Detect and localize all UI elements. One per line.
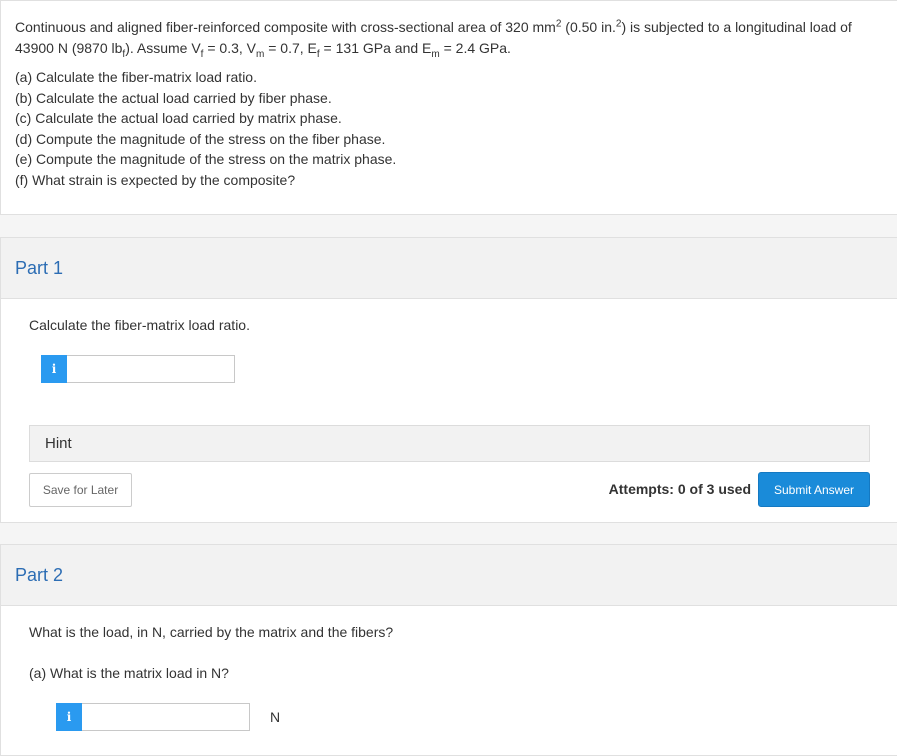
intro-sub-em: m bbox=[431, 48, 440, 60]
part-2-matrix-load-input[interactable] bbox=[82, 703, 250, 731]
question-item: (d) Compute the magnitude of the stress … bbox=[15, 130, 386, 147]
part-2-sub-prompt: (a) What is the matrix load in N? bbox=[29, 665, 229, 681]
question-item: (e) Compute the magnitude of the stress … bbox=[15, 151, 397, 167]
intro-text-2: (0.50 in. bbox=[561, 19, 616, 35]
question-item-list: (a) Calculate the fiber-matrix load rati… bbox=[15, 67, 396, 190]
question-item: (a) Calculate the fiber-matrix load rati… bbox=[15, 69, 257, 85]
question-item: (f) What strain is expected by the compo… bbox=[15, 171, 296, 188]
question-card: Continuous and aligned fiber-reinforced … bbox=[0, 0, 897, 215]
question-item: (c) Calculate the actual load carried by… bbox=[15, 110, 342, 126]
part-1-answer-row: i bbox=[41, 355, 235, 383]
intro-text-4: ). Assume V bbox=[125, 40, 201, 56]
intro-text-1: Continuous and aligned fiber-reinforced … bbox=[15, 19, 556, 35]
question-intro: Continuous and aligned fiber-reinforced … bbox=[15, 17, 885, 59]
part-1-card: Part 1 Calculate the fiber-matrix load r… bbox=[0, 237, 897, 523]
part-1-title: Part 1 bbox=[15, 258, 64, 278]
info-icon[interactable]: i bbox=[56, 703, 82, 731]
part-2-card: Part 2 What is the load, in N, carried b… bbox=[0, 544, 897, 756]
hint-label: Hint bbox=[45, 435, 72, 452]
intro-text-7: = 131 GPa and E bbox=[319, 40, 432, 56]
hint-button[interactable]: Hint bbox=[29, 425, 870, 462]
intro-text-8: = 2.4 GPa. bbox=[439, 40, 511, 56]
part-2-prompt: What is the load, in N, carried by the m… bbox=[29, 624, 394, 640]
attempts-counter: Attempts: 0 of 3 used bbox=[608, 481, 751, 497]
part-2-header: Part 2 bbox=[1, 545, 897, 606]
info-icon[interactable]: i bbox=[41, 355, 67, 383]
part-1-header: Part 1 bbox=[1, 238, 897, 299]
part-1-prompt: Calculate the fiber-matrix load ratio. bbox=[29, 317, 250, 333]
unit-label: N bbox=[270, 709, 281, 725]
submit-answer-button[interactable]: Submit Answer bbox=[758, 472, 870, 507]
save-for-later-button[interactable]: Save for Later bbox=[29, 473, 132, 507]
part-1-answer-input[interactable] bbox=[67, 355, 235, 383]
intro-text-5: = 0.3, V bbox=[203, 40, 256, 56]
question-item: (b) Calculate the actual load carried by… bbox=[15, 89, 332, 106]
part-2-title: Part 2 bbox=[15, 565, 64, 585]
part-2-answer-row: i N bbox=[56, 703, 280, 731]
intro-text-6: = 0.7, E bbox=[264, 40, 317, 56]
